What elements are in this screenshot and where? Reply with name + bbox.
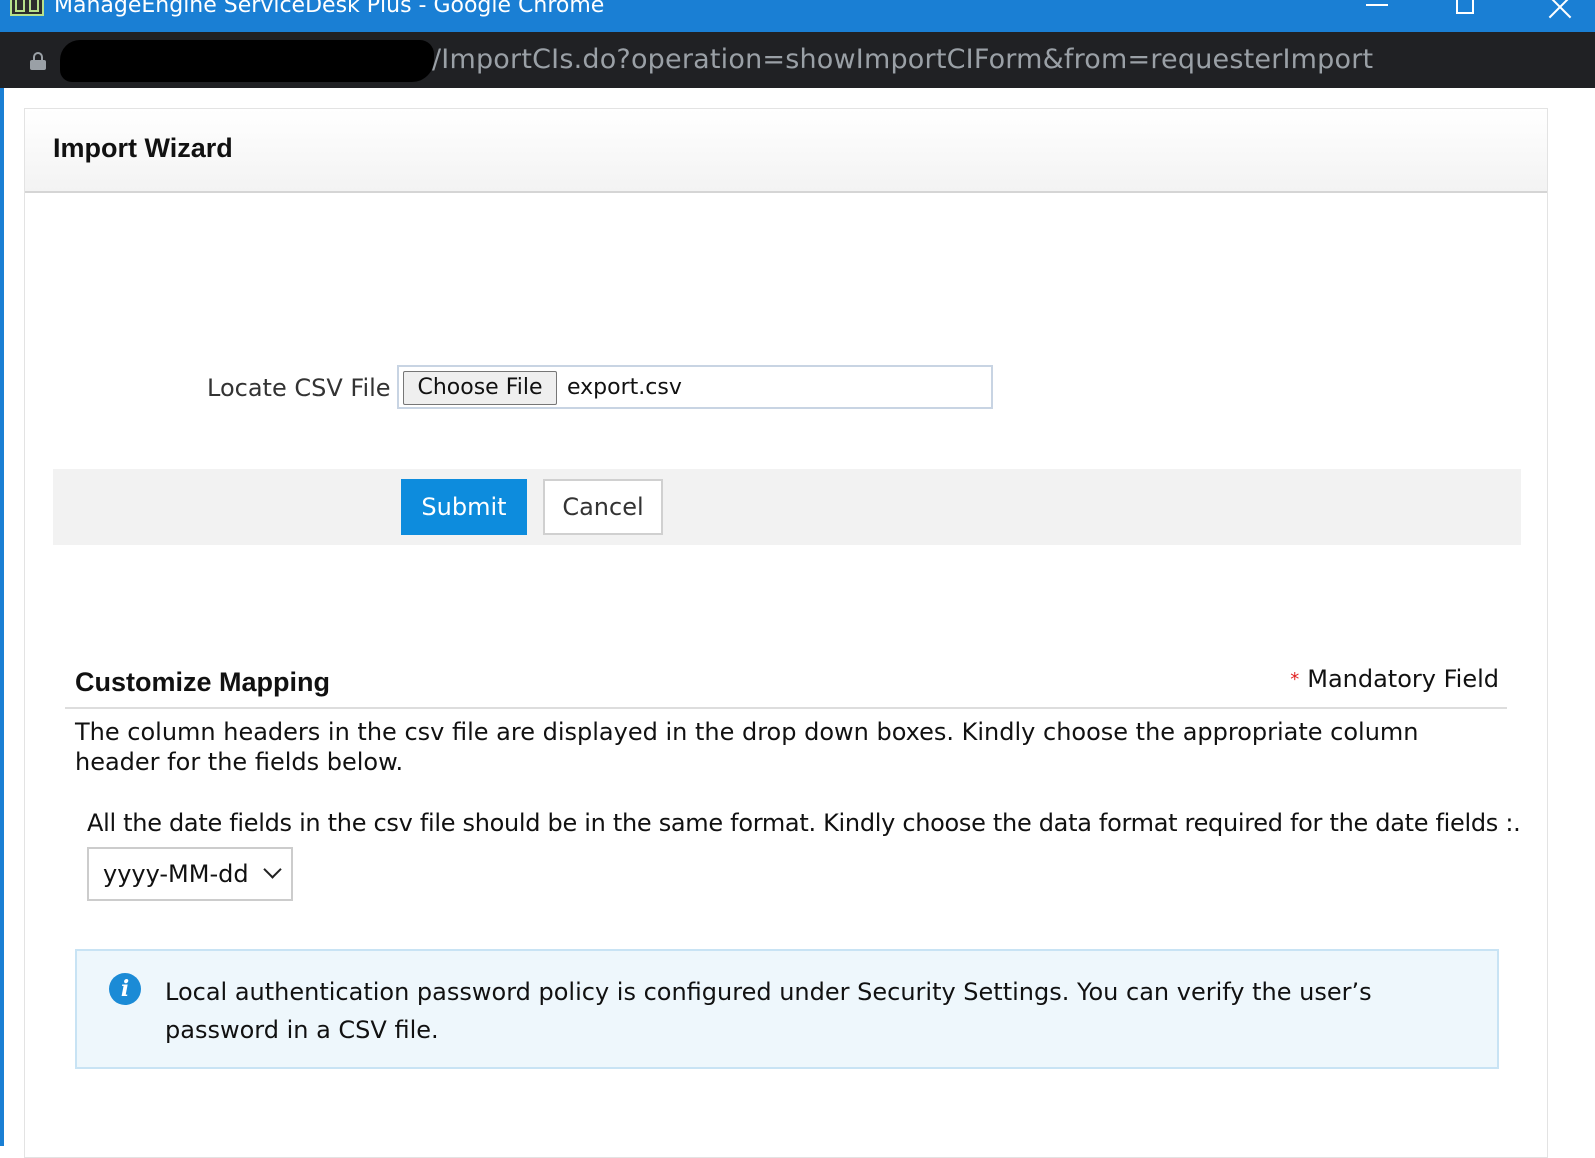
choose-file-button[interactable]: Choose File [403,371,557,405]
required-star: * [1290,669,1300,690]
close-icon[interactable] [1542,0,1572,20]
info-icon: i [109,973,141,1005]
mandatory-field-note: * Mandatory Field [1290,665,1499,693]
date-format-value: yyyy-MM-dd [103,860,249,888]
lock-icon[interactable] [30,52,46,70]
import-wizard-card: Import Wizard Locate CSV File Choose Fil… [24,108,1548,1158]
window-titlebar: ManageEngine ServiceDesk Plus - Google C… [0,0,1595,32]
page-title: Import Wizard [53,133,233,163]
card-header: Import Wizard [25,109,1547,193]
window-title: ManageEngine ServiceDesk Plus - Google C… [54,0,605,18]
minimize-icon[interactable] [1366,0,1390,20]
selected-file-name: export.csv [567,375,682,400]
section-divider [65,707,1507,709]
mapping-description: The column headers in the csv file are d… [75,718,1419,776]
locate-csv-label: Locate CSV File [207,374,391,402]
submit-button[interactable]: Submit [401,479,527,535]
app-icon [10,0,44,16]
date-format-instruction: All the date fields in the csv file shou… [87,809,1521,837]
url-text[interactable]: /ImportCIs.do?operation=showImportCIForm… [432,44,1373,76]
redacted-domain [60,40,434,82]
csv-file-input[interactable]: Choose File export.csv [397,365,993,409]
maximize-icon[interactable] [1456,0,1478,20]
action-bar: Submit Cancel [53,469,1521,545]
address-bar[interactable]: /ImportCIs.do?operation=showImportCIForm… [0,32,1595,88]
info-message-box: i Local authentication password policy i… [75,949,1499,1069]
date-format-select[interactable]: yyyy-MM-dd [87,847,293,901]
cancel-button[interactable]: Cancel [543,479,663,535]
info-message: Local authentication password policy is … [165,978,1372,1044]
window-border [0,88,4,1146]
mandatory-field-label: Mandatory Field [1307,665,1499,693]
customize-mapping-title: Customize Mapping [75,667,330,697]
page: Import Wizard Locate CSV File Choose Fil… [0,88,1595,1158]
chevron-down-icon [263,860,282,879]
